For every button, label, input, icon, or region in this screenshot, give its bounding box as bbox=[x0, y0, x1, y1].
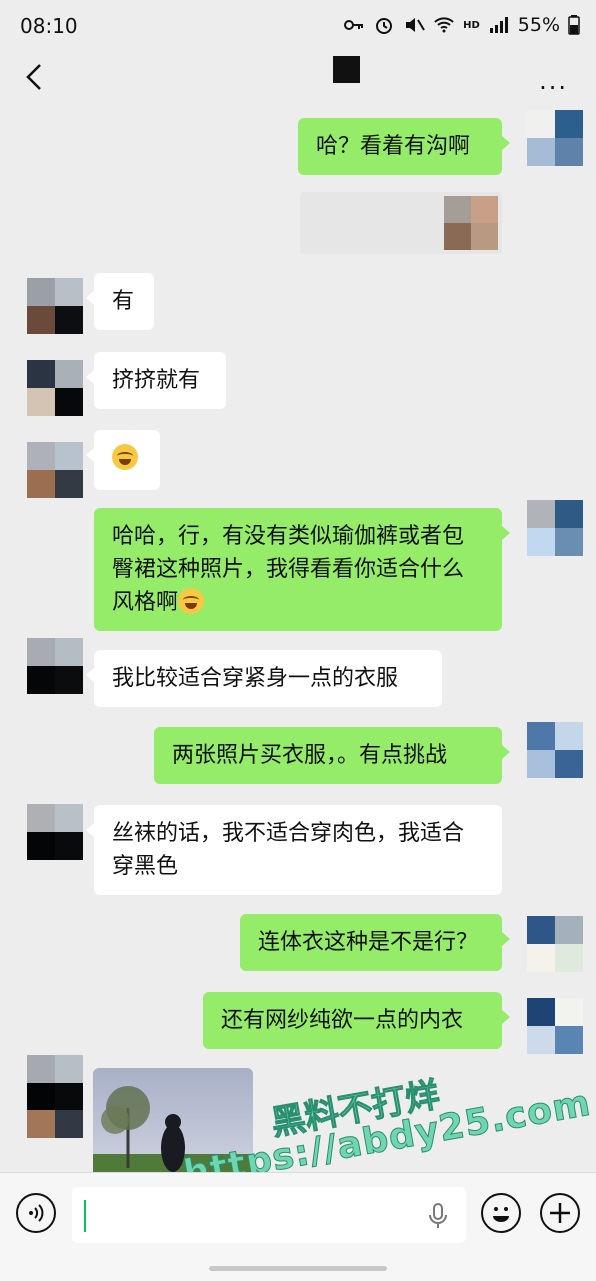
message-bubble-out[interactable]: 哈？看着有沟啊 bbox=[298, 118, 510, 175]
more-icon[interactable]: ··· bbox=[539, 74, 568, 102]
avatar-contact[interactable] bbox=[27, 804, 83, 860]
avatar-self[interactable] bbox=[527, 110, 583, 166]
avatar-contact[interactable] bbox=[27, 638, 83, 694]
avatar-contact[interactable] bbox=[27, 1055, 83, 1111]
voice-icon[interactable] bbox=[16, 1193, 56, 1233]
chevron-left-icon[interactable] bbox=[20, 62, 50, 92]
avatar-self[interactable] bbox=[527, 916, 583, 972]
laughing-emoji-icon bbox=[178, 588, 205, 614]
avatar-self[interactable] bbox=[527, 722, 583, 778]
avatar-contact[interactable] bbox=[27, 278, 83, 334]
message-bubble-in[interactable]: 我比较适合穿紧身一点的衣服 bbox=[86, 650, 442, 707]
quoted-thumbnail bbox=[444, 196, 498, 250]
status-icons: HD 55% bbox=[343, 14, 580, 36]
key-icon bbox=[344, 20, 364, 30]
text-cursor bbox=[84, 1200, 86, 1232]
avatar-contact-partial bbox=[27, 470, 83, 498]
chat-header: ··· bbox=[0, 52, 596, 108]
wifi-icon bbox=[434, 17, 454, 33]
photo-thumbnail bbox=[93, 1086, 253, 1178]
signal-icon bbox=[489, 17, 508, 33]
message-bubble-in-emoji[interactable] bbox=[86, 430, 160, 490]
avatar-self[interactable] bbox=[527, 500, 583, 556]
battery-icon bbox=[568, 15, 580, 35]
laughing-emoji-icon bbox=[112, 444, 138, 470]
input-bar bbox=[0, 1172, 596, 1281]
watermark-line-1: 黑料不打烊 bbox=[268, 1074, 443, 1144]
emoji-icon[interactable] bbox=[481, 1193, 521, 1233]
quoted-image-redacted[interactable] bbox=[300, 192, 502, 254]
message-bubble-out[interactable]: 连体衣这种是不是行？ bbox=[240, 914, 510, 971]
battery-percent: 55% bbox=[517, 14, 560, 36]
alarm-icon bbox=[376, 18, 393, 34]
contact-name-redacted bbox=[333, 56, 360, 83]
message-input[interactable] bbox=[72, 1187, 466, 1243]
image-message[interactable] bbox=[93, 1068, 253, 1178]
status-bar: 08:10 HD 55% bbox=[0, 0, 596, 52]
avatar-contact-partial bbox=[27, 1110, 83, 1138]
message-bubble-out[interactable]: 哈哈，行，有没有类似瑜伽裤或者包臀裙这种照片，我得看看你适合什么风格啊 bbox=[94, 508, 510, 631]
avatar-contact[interactable] bbox=[27, 360, 83, 416]
network-label: HD bbox=[463, 19, 480, 31]
mic-icon[interactable] bbox=[428, 1203, 448, 1229]
message-bubble-out[interactable]: 还有网纱纯欲一点的内衣 bbox=[203, 992, 510, 1049]
mute-icon bbox=[406, 18, 425, 32]
status-time: 08:10 bbox=[20, 14, 78, 38]
message-bubble-in[interactable]: 丝袜的话，我不适合穿肉色，我适合穿黑色 bbox=[86, 805, 502, 895]
message-text: 哈哈，行，有没有类似瑜伽裤或者包臀裙这种照片，我得看看你适合什么风格啊 bbox=[112, 524, 465, 615]
plus-icon[interactable] bbox=[540, 1193, 580, 1233]
home-indicator[interactable] bbox=[209, 1266, 387, 1271]
message-bubble-out[interactable]: 两张照片买衣服，。有点挑战 bbox=[154, 727, 510, 784]
message-bubble-in[interactable]: 有 bbox=[86, 273, 154, 330]
message-bubble-in[interactable]: 挤挤就有 bbox=[86, 352, 226, 409]
avatar-self[interactable] bbox=[527, 998, 583, 1054]
